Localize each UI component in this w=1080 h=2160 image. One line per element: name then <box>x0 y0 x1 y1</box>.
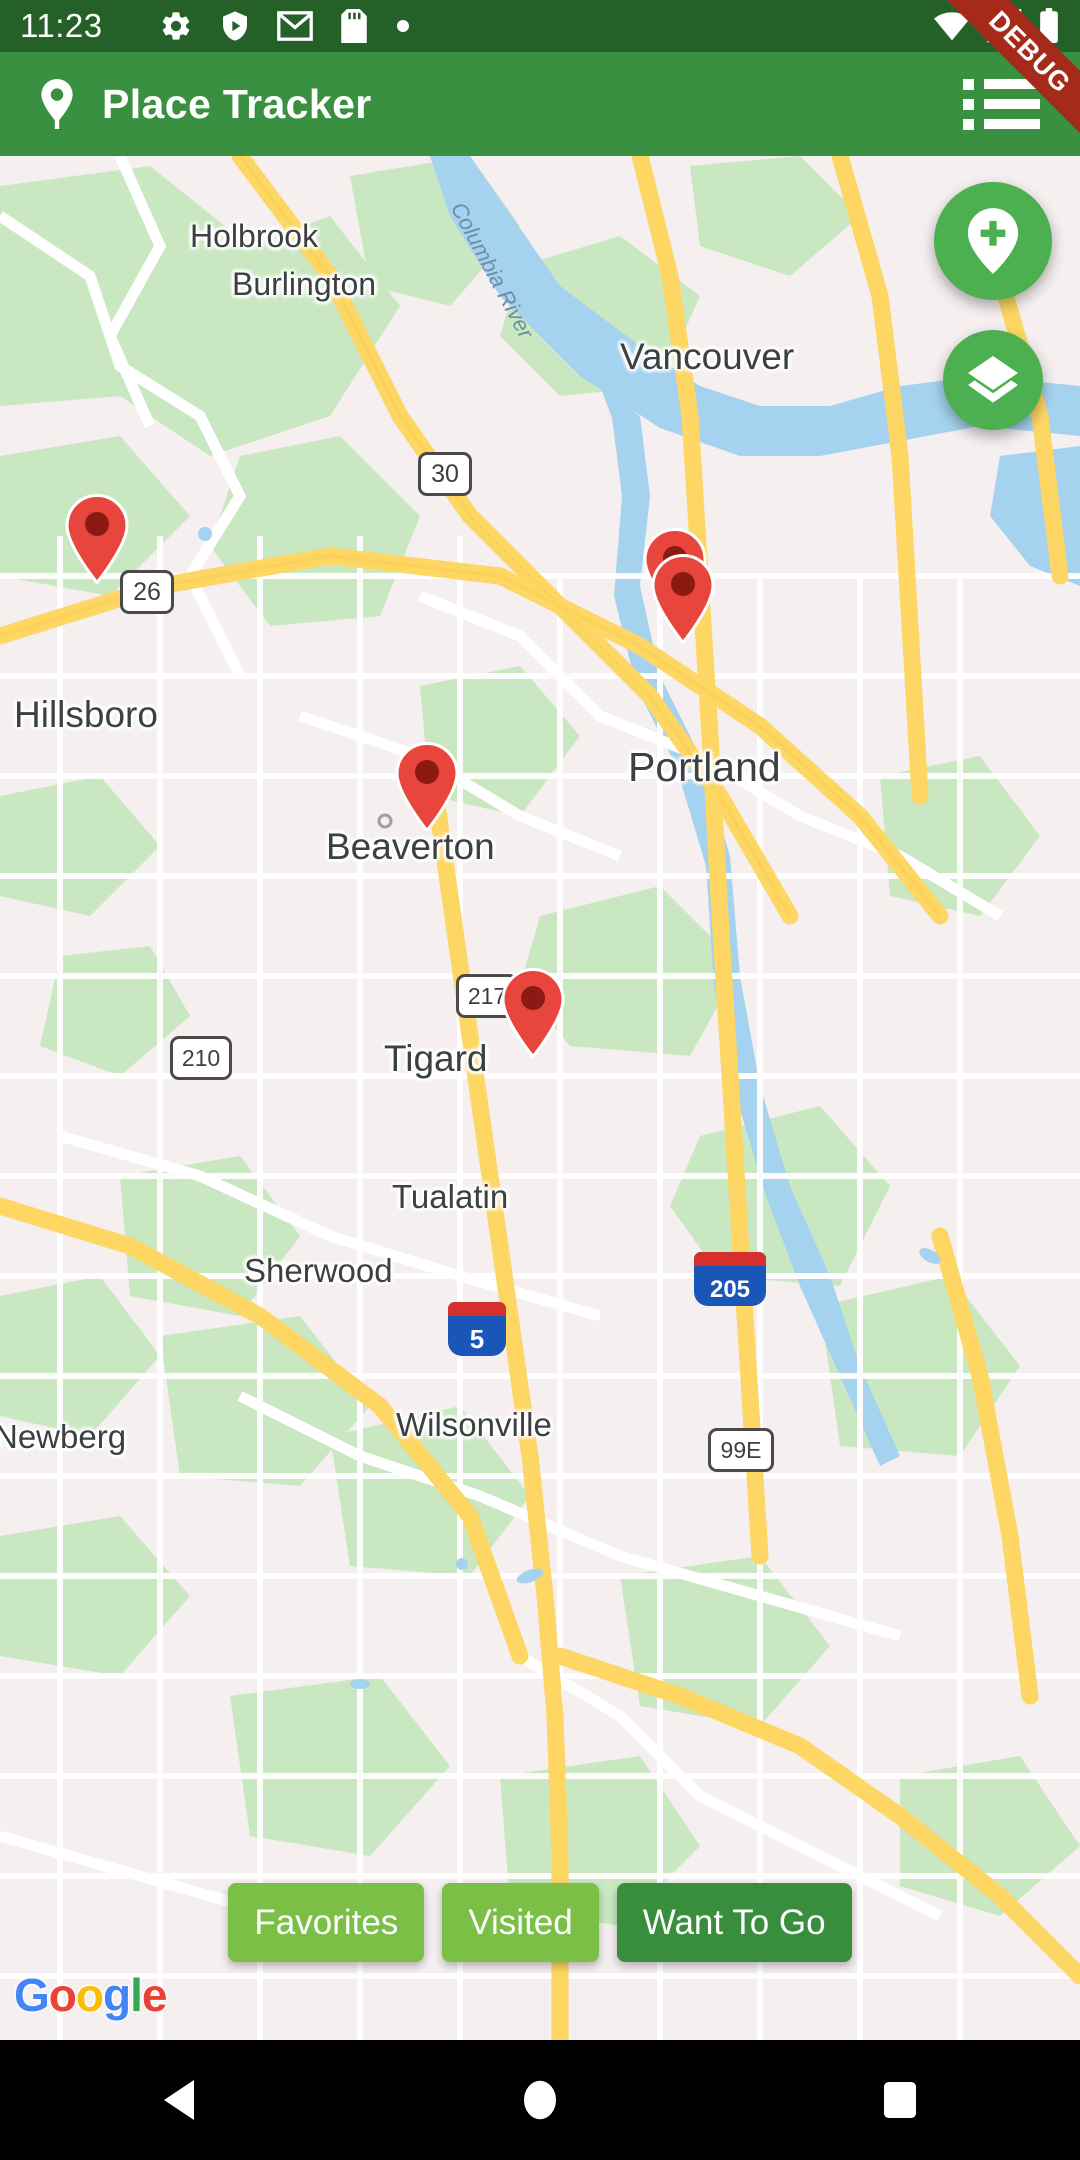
place-marker-portland-b[interactable] <box>650 553 716 645</box>
pin-plus-icon <box>967 208 1019 274</box>
google-logo-g2: g <box>103 1969 131 2021</box>
play-protect-shield-icon <box>222 11 247 41</box>
menu-bullet <box>963 78 974 90</box>
home-circle-icon <box>524 2080 556 2120</box>
filter-visited-button[interactable]: Visited <box>442 1883 599 1962</box>
dot-icon <box>396 20 409 32</box>
place-marker-tigard[interactable] <box>500 967 566 1059</box>
marker-pin-icon <box>395 741 459 833</box>
map-base-tiles <box>0 156 1080 2040</box>
menu-line <box>984 99 1040 109</box>
cell-signal-off-icon <box>986 9 1022 43</box>
map-layers-fab[interactable] <box>943 330 1043 430</box>
google-logo-g1: G <box>14 1969 50 2021</box>
place-marker-hillsboro[interactable] <box>64 493 130 585</box>
menu-bullet <box>963 118 974 130</box>
highway-shield-or-210: 210 <box>170 1036 232 1080</box>
marker-pin-icon <box>65 493 129 585</box>
menu-row-1 <box>963 78 1040 90</box>
highway-shield-or-99e: 99E <box>708 1428 774 1472</box>
highway-shield-us-30: 30 <box>418 452 472 496</box>
google-map-canvas[interactable]: Columbia River Holbrook Burlington Vanco… <box>0 156 1080 2040</box>
app-bar-title-group: Place Tracker <box>38 79 957 129</box>
filter-favorites-button[interactable]: Favorites <box>228 1883 425 1962</box>
shield-number: 205 <box>709 1276 751 1303</box>
android-navigation-bar <box>0 2040 1080 2160</box>
filter-want-to-go-button[interactable]: Want To Go <box>616 1883 852 1962</box>
status-bar-right <box>932 8 1060 44</box>
highway-shield-i-205: 205 <box>694 1252 766 1306</box>
google-logo-o1: o <box>48 1969 77 2021</box>
status-bar-left: 11:23 <box>20 7 932 45</box>
sd-card-icon <box>340 9 367 43</box>
google-logo-l: l <box>130 1969 143 2021</box>
menu-row-2 <box>963 98 1040 110</box>
gmail-icon <box>276 11 313 41</box>
google-logo-e: e <box>141 1969 168 2021</box>
wifi-icon <box>934 12 970 41</box>
marker-pin-icon <box>651 553 715 645</box>
app-bar: Place Tracker <box>0 52 1080 156</box>
menu-bullet <box>963 98 974 110</box>
android-back-button[interactable] <box>90 2040 270 2160</box>
highway-shield-i-5: 5 <box>448 1302 506 1356</box>
status-bar-clock: 11:23 <box>20 7 103 44</box>
marker-pin-icon <box>501 967 565 1059</box>
place-marker-beaverton[interactable] <box>394 741 460 833</box>
status-bar: 11:23 <box>0 0 1080 52</box>
add-place-fab[interactable] <box>934 182 1052 300</box>
menu-line <box>984 119 1040 129</box>
layers-icon <box>968 356 1018 403</box>
back-triangle-icon <box>164 2080 194 2120</box>
gear-icon <box>162 12 189 40</box>
menu-row-3 <box>963 118 1040 130</box>
menu-line <box>984 79 1040 89</box>
android-recents-button[interactable] <box>810 2040 990 2160</box>
app-root: 11:23 Place Tracker DEBUG Columbia River… <box>0 0 1080 2160</box>
map-pin-icon <box>41 79 73 129</box>
google-logo-o2: o <box>75 1969 104 2021</box>
page-title: Place Tracker <box>102 80 372 127</box>
android-home-button[interactable] <box>450 2040 630 2160</box>
filter-button-row: Favorites Visited Want To Go <box>0 1883 1080 1962</box>
battery-icon <box>1040 8 1058 44</box>
google-watermark-logo: Google <box>14 1968 168 2022</box>
recents-square-icon <box>884 2082 916 2118</box>
shield-number: 5 <box>469 1324 485 1354</box>
list-menu-icon[interactable] <box>957 73 1046 136</box>
